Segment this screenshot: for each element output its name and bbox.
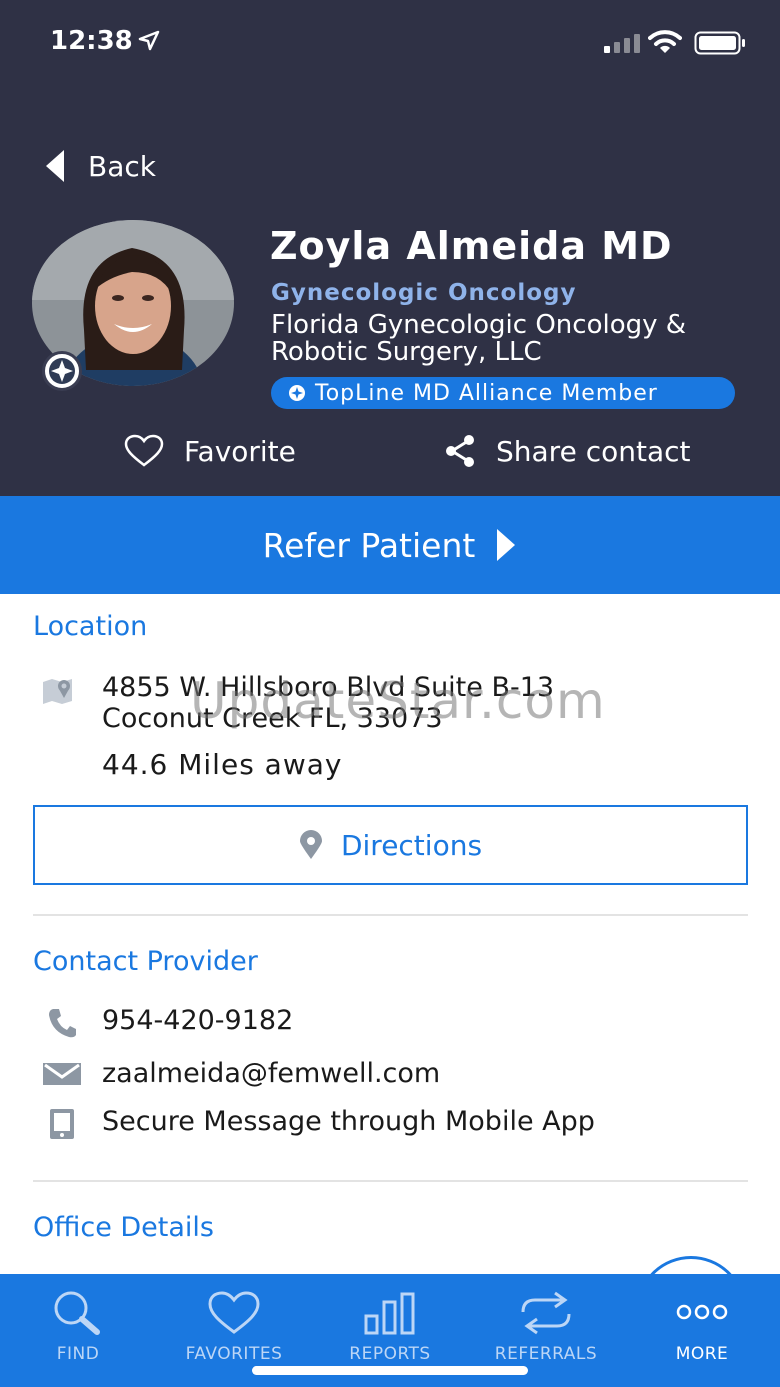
wifi-icon: [648, 30, 682, 53]
location-section-title: Location: [33, 611, 148, 642]
tab-find-label: FIND: [56, 1344, 100, 1364]
play-arrow-icon: [497, 529, 516, 561]
tab-find[interactable]: FIND: [0, 1274, 156, 1387]
alliance-star-badge-icon: [42, 351, 82, 391]
tab-more[interactable]: MORE: [624, 1274, 780, 1387]
email-icon: [43, 1063, 81, 1085]
home-indicator: [252, 1366, 528, 1375]
refer-label: Refer Patient: [262, 525, 476, 565]
status-time: 12:38: [50, 26, 133, 56]
referral-arrows-icon: [521, 1291, 571, 1335]
more-dots-icon: [676, 1304, 728, 1320]
phone-number[interactable]: 954-420-9182: [102, 1005, 293, 1036]
distance: 44.6 Miles away: [102, 748, 343, 781]
search-icon: [54, 1291, 100, 1335]
favorite-button[interactable]: Favorite: [124, 430, 296, 472]
mobile-device-icon: [50, 1109, 74, 1139]
phone-icon: [49, 1009, 76, 1038]
cellular-signal-icon: [604, 34, 640, 53]
doctor-name: Zoyla Almeida MD: [270, 224, 673, 268]
tab-reports-label: REPORTS: [349, 1344, 431, 1364]
heart-icon: [208, 1291, 260, 1334]
back-label: Back: [88, 149, 156, 183]
tab-referrals-label: REFERRALS: [494, 1344, 598, 1364]
specialty: Gynecologic Oncology: [271, 280, 577, 306]
heart-outline-icon: [124, 434, 164, 467]
alliance-logo-icon: [289, 385, 305, 401]
email-address[interactable]: zaalmeida@femwell.com: [102, 1058, 440, 1089]
battery-icon: [694, 31, 745, 55]
practice-name: Florida Gynecologic Oncology & Robotic S…: [271, 310, 687, 367]
directions-label: Directions: [340, 828, 483, 862]
refer-patient-button[interactable]: Refer Patient: [0, 496, 780, 594]
map-pin-icon: [43, 679, 72, 704]
bar-chart-icon: [364, 1292, 415, 1335]
tab-more-label: MORE: [675, 1344, 729, 1364]
contact-section-title: Contact Provider: [33, 946, 258, 977]
back-chevron-icon: [46, 150, 64, 182]
watermark: UpdateStar.com: [190, 672, 606, 730]
alliance-member-badge: TopLine MD Alliance Member: [271, 377, 735, 409]
share-label: Share contact: [496, 434, 691, 468]
office-details-section-title: Office Details: [33, 1212, 214, 1243]
share-contact-button[interactable]: Share contact: [444, 430, 690, 472]
alliance-badge-label: TopLine MD Alliance Member: [315, 380, 658, 406]
favorite-label: Favorite: [184, 434, 296, 468]
divider: [33, 1180, 748, 1182]
location-marker-icon: [299, 830, 322, 859]
secure-message-link[interactable]: Secure Message through Mobile App: [102, 1106, 595, 1137]
share-icon: [446, 435, 474, 467]
directions-button[interactable]: Directions: [33, 805, 748, 885]
divider: [33, 914, 748, 916]
location-arrow-icon: [138, 30, 160, 51]
back-button[interactable]: Back: [44, 146, 156, 186]
tab-favorites-label: FAVORITES: [185, 1344, 283, 1364]
